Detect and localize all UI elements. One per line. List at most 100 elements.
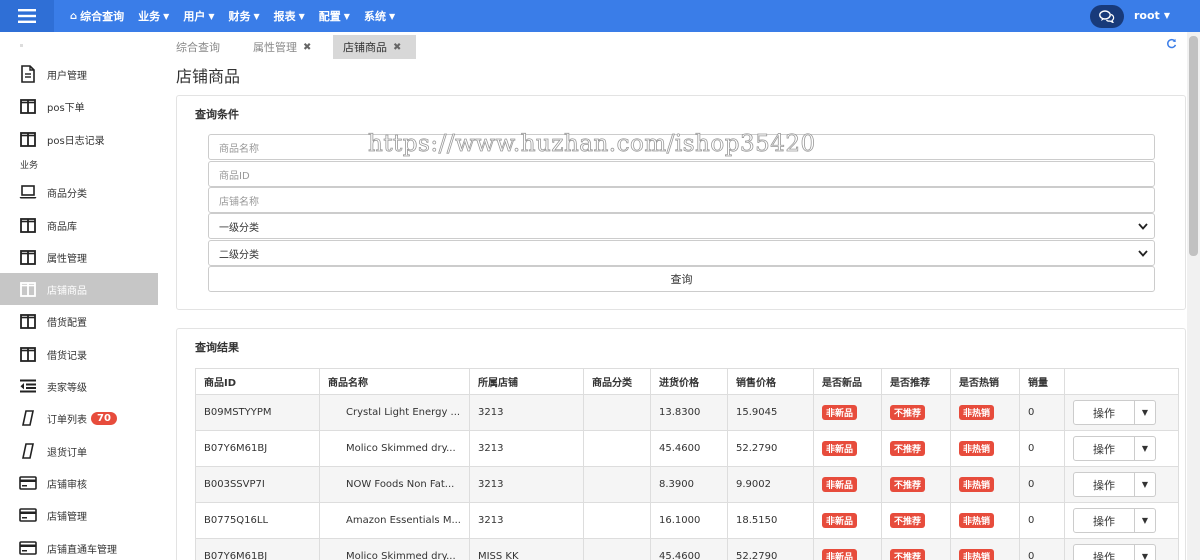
store-name-input[interactable]: 店铺名称 xyxy=(208,187,1155,213)
action-button[interactable]: 操作 xyxy=(1072,472,1135,497)
cell-cost: 16.1000 xyxy=(649,502,728,539)
sidebar-item-12[interactable]: 店铺审核 xyxy=(0,467,158,499)
tab-2[interactable]: 店铺商品 ✖ xyxy=(333,35,416,59)
topnav-item-6[interactable]: 系统 ▼ xyxy=(364,8,395,24)
cell-new: 非新品 xyxy=(812,538,882,560)
action-dropdown-toggle[interactable]: ▼ xyxy=(1134,544,1156,560)
cell-actions: 操作 ▼ xyxy=(1063,466,1179,503)
action-dropdown-toggle[interactable]: ▼ xyxy=(1134,508,1156,533)
close-icon[interactable]: ✖ xyxy=(303,42,311,53)
cell-sales: 0 xyxy=(1018,538,1065,560)
sidebar-item-7[interactable]: 借货配置 xyxy=(0,305,158,337)
chevron-down-icon: ▼ xyxy=(388,11,396,21)
column-header-5: 销售价格 xyxy=(726,368,814,395)
action-button[interactable]: 操作 xyxy=(1072,544,1135,560)
table-header-row: 商品ID 商品名称 所属店铺 商品分类 进货价格 销售价格 是否新品 是否推荐 是否热销 销量 xyxy=(195,368,1179,395)
cell-price: 52.2790 xyxy=(726,430,814,467)
new-status-badge: 非新品 xyxy=(821,549,857,560)
sidebar-item-9[interactable]: 卖家等级 xyxy=(0,370,158,402)
action-button-group: 操作 ▼ xyxy=(1072,508,1156,533)
topnav-item-0[interactable]: ⌂ 综合查询 xyxy=(70,8,124,24)
query-button[interactable]: 查询 xyxy=(208,266,1155,292)
tab-0[interactable]: 综合查询 xyxy=(166,35,230,59)
topnav-item-3[interactable]: 财务 ▼ xyxy=(228,8,259,24)
sidebar-item-1[interactable]: pos下单 xyxy=(0,90,158,122)
action-dropdown-toggle[interactable]: ▼ xyxy=(1134,472,1156,497)
chat-button[interactable] xyxy=(1090,5,1124,28)
action-button-group: 操作 ▼ xyxy=(1072,436,1156,461)
action-button[interactable]: 操作 xyxy=(1072,400,1135,425)
outdent-icon xyxy=(19,377,37,395)
caret-down-icon: ▼ xyxy=(1141,552,1149,560)
sidebar-item-label: pos下单 xyxy=(47,102,85,114)
sidebar-item-3[interactable]: 商品分类 xyxy=(0,176,158,208)
cell-price: 52.2790 xyxy=(726,538,814,560)
new-status-badge: 非新品 xyxy=(821,513,857,528)
caret-down-icon: ▼ xyxy=(1141,480,1149,489)
card-icon xyxy=(19,506,37,524)
sidebar-item-6[interactable]: 店铺商品 xyxy=(0,273,158,305)
refresh-button[interactable] xyxy=(1166,38,1177,52)
cell-recommend: 不推荐 xyxy=(880,394,951,431)
chevron-down-icon xyxy=(1138,222,1148,230)
cell-hot: 非热销 xyxy=(949,538,1020,560)
topnav-item-4[interactable]: 报表 ▼ xyxy=(274,8,305,24)
cell-hot: 非热销 xyxy=(949,394,1020,431)
topnav-item-5[interactable]: 配置 ▼ xyxy=(319,8,350,24)
query-panel: 查询条件 商品名称 商品ID 店铺名称 一级分类 二级分类 查询 xyxy=(176,95,1186,310)
sidebar-item-0[interactable]: 用户管理 xyxy=(0,58,158,90)
sidebar-item-14[interactable]: 店铺直通车管理 xyxy=(0,532,158,560)
topnav-item-label: 综合查询 xyxy=(80,10,125,23)
sidebar-item-label: 用户管理 xyxy=(47,70,87,82)
product-id-placeholder: 商品ID xyxy=(219,170,250,182)
product-name-input[interactable]: 商品名称 xyxy=(208,134,1155,160)
action-button[interactable]: 操作 xyxy=(1072,436,1135,461)
sidebar-item-2[interactable]: pos日志记录 xyxy=(0,123,158,155)
sidebar-item-11[interactable]: 退货订单 xyxy=(0,435,158,467)
table-row: B003SSVP7I NOW Foods Non Fat... 3213 8.3900… xyxy=(195,466,1179,503)
table-row: B07Y6M61BJ Molico Skimmed dry... 3213 45.46… xyxy=(195,430,1179,467)
caret-down-icon: ▼ xyxy=(1141,516,1149,525)
hot-status-badge: 非热销 xyxy=(958,549,994,560)
sidebar-item-5[interactable]: 属性管理 xyxy=(0,241,158,273)
columns-icon xyxy=(19,130,37,148)
close-icon[interactable]: ✖ xyxy=(393,42,401,53)
new-status-badge: 非新品 xyxy=(821,477,857,492)
cell-store: 3213 xyxy=(468,502,584,539)
cell-name: Crystal Light Energy ... xyxy=(319,394,470,431)
cell-recommend: 不推荐 xyxy=(880,502,951,539)
category1-value: 一级分类 xyxy=(219,222,259,234)
category2-select[interactable]: 二级分类 xyxy=(208,240,1155,266)
action-dropdown-toggle[interactable]: ▼ xyxy=(1134,400,1156,425)
topnav-item-2[interactable]: 用户 ▼ xyxy=(183,8,214,24)
cell-new: 非新品 xyxy=(812,502,882,539)
action-dropdown-toggle[interactable]: ▼ xyxy=(1134,436,1156,461)
recommend-status-badge: 不推荐 xyxy=(889,513,925,528)
sidebar-item-10[interactable]: 订单列表 70 xyxy=(0,402,158,434)
table-row: B07Y6M61BJ Molico Skimmed dry... MISS KK 45… xyxy=(195,538,1179,560)
page-scrollbar[interactable] xyxy=(1187,32,1200,560)
column-header-0: 商品ID xyxy=(195,368,320,395)
cell-sales: 0 xyxy=(1018,466,1065,503)
sidebar-item-label: 商品分类 xyxy=(47,188,87,200)
category1-select[interactable]: 一级分类 xyxy=(208,213,1155,239)
cell-sales: 0 xyxy=(1018,394,1065,431)
product-id-input[interactable]: 商品ID xyxy=(208,161,1155,187)
table-row: B0775Q16LL Amazon Essentials M... 3213 16.1… xyxy=(195,502,1179,539)
action-button[interactable]: 操作 xyxy=(1072,508,1135,533)
document-icon xyxy=(19,65,37,83)
cell-name: Molico Skimmed dry... xyxy=(319,538,470,560)
sidebar-item-13[interactable]: 店铺管理 xyxy=(0,499,158,531)
tab-1[interactable]: 属性管理 ✖ xyxy=(243,35,321,59)
user-menu[interactable]: root ▼ xyxy=(1134,9,1170,22)
cell-hot: 非热销 xyxy=(949,430,1020,467)
menu-toggle-button[interactable] xyxy=(0,0,54,32)
sidebar-item-label: 店铺管理 xyxy=(47,511,87,523)
sidebar-item-4[interactable]: 商品库 xyxy=(0,209,158,241)
sidebar-item-8[interactable]: 借货记录 xyxy=(0,338,158,370)
product-name-placeholder: 商品名称 xyxy=(219,143,259,155)
refresh-icon xyxy=(1167,38,1177,49)
topnav-item-1[interactable]: 业务 ▼ xyxy=(138,8,169,24)
cell-name: NOW Foods Non Fat... xyxy=(319,466,470,503)
scrollbar-thumb[interactable] xyxy=(1189,36,1198,256)
